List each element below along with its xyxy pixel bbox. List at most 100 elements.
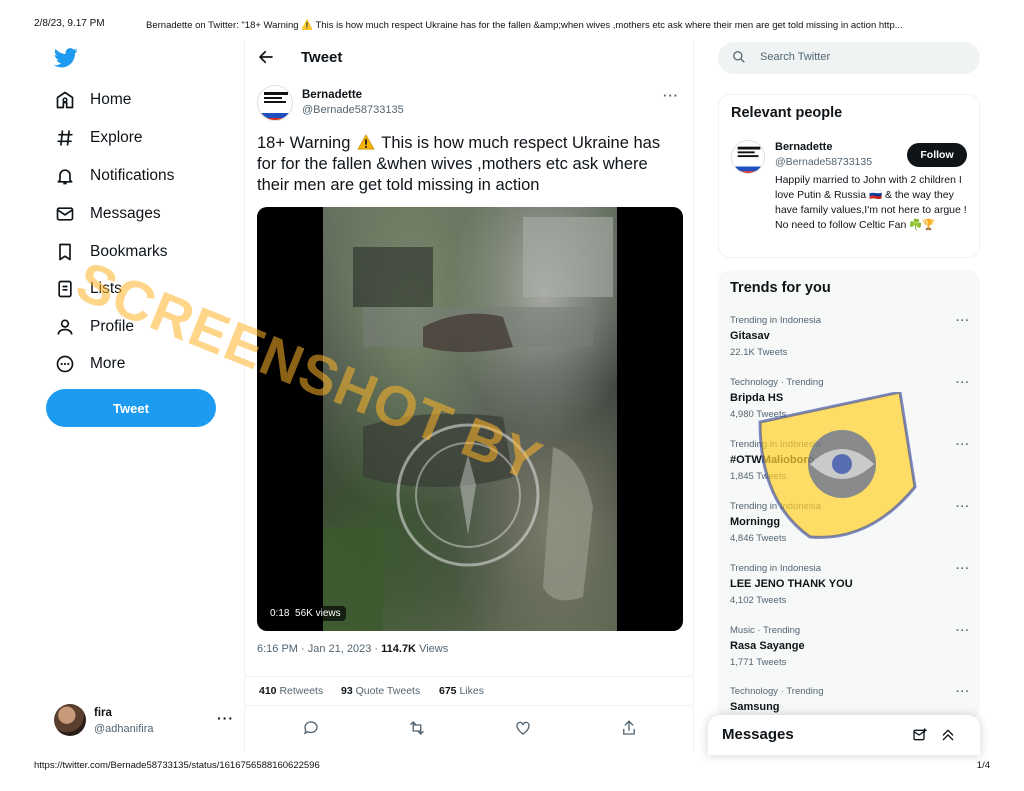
nav-explore-label: Explore [90, 129, 143, 146]
trend-more-icon[interactable]: ··· [956, 686, 970, 698]
bell-icon [54, 165, 76, 187]
page-title: Tweet [301, 49, 343, 66]
retweets-label: Retweets [276, 685, 324, 697]
avatar [54, 704, 86, 736]
print-page: 1/4 [976, 760, 990, 771]
trend-item[interactable]: Technology · Trending Bripda HS 4,980 Tw… [730, 377, 970, 427]
author-name[interactable]: Bernadette [302, 89, 362, 101]
nav-profile-label: Profile [90, 318, 134, 335]
trend-more-icon[interactable]: ··· [956, 563, 970, 575]
tweet-views-label: Views [416, 643, 449, 655]
nav-more[interactable]: More [54, 349, 125, 379]
nav-bookmarks[interactable]: Bookmarks [54, 237, 168, 267]
nav-home[interactable]: Home [54, 85, 131, 115]
likes-stat[interactable]: 675 Likes [439, 685, 484, 697]
trend-item[interactable]: Trending in Indonesia Gitasav 22.1K Twee… [730, 315, 970, 365]
trend-name: Bripda HS [730, 392, 784, 404]
back-arrow-icon[interactable] [257, 48, 275, 66]
retweet-icon[interactable] [408, 719, 426, 737]
trend-name: #OTWMalioboro [730, 454, 815, 466]
messages-drawer-title: Messages [722, 726, 794, 743]
follow-button[interactable]: Follow [907, 143, 967, 167]
trend-more-icon[interactable]: ··· [956, 439, 970, 451]
new-message-icon[interactable] [912, 727, 928, 743]
nav-more-label: More [90, 355, 126, 372]
trend-context: Music · Trending [730, 625, 801, 636]
print-url: https://twitter.com/Bernade58733135/stat… [34, 760, 320, 771]
trend-more-icon[interactable]: ··· [956, 377, 970, 389]
likes-count: 675 [439, 685, 457, 697]
tweet-time[interactable]: 6:16 PM · Jan 21, 2023 · [257, 643, 381, 655]
trend-item[interactable]: Trending in Indonesia LEE JENO THANK YOU… [730, 563, 970, 613]
relevant-people-card: Relevant people Bernadette @Bernade58733… [718, 94, 980, 258]
nav-messages[interactable]: Messages [54, 199, 161, 229]
quotes-count: 93 [341, 685, 353, 697]
search-placeholder: Search Twitter [760, 51, 831, 63]
nav-profile[interactable]: Profile [54, 312, 134, 342]
tweet-video[interactable]: 0:18 56K views [257, 207, 683, 631]
nav-lists[interactable]: Lists [54, 274, 122, 304]
list-icon [54, 278, 76, 300]
tweet-more-icon[interactable]: ··· [663, 88, 679, 103]
print-date: 2/8/23, 9.17 PM [34, 18, 105, 29]
trend-context: Trending in Indonesia [730, 563, 822, 574]
trend-context: Technology · Trending [730, 377, 824, 388]
quotes-stat[interactable]: 93 Quote Tweets [341, 685, 420, 697]
trend-more-icon[interactable]: ··· [956, 501, 970, 513]
hashtag-icon [54, 127, 76, 149]
account-switcher[interactable]: fira @adhanifira ··· [54, 704, 234, 738]
reply-icon[interactable] [302, 719, 320, 737]
trend-count: 4,102 Tweets [730, 595, 787, 606]
author-handle[interactable]: @Bernade58733135 [302, 104, 404, 116]
trend-count: 1,845 Tweets [730, 471, 787, 482]
share-icon[interactable] [620, 719, 638, 737]
trend-name: LEE JENO THANK YOU [730, 578, 853, 590]
tweet-timestamp: 6:16 PM · Jan 21, 2023 · 114.7K Views [257, 643, 448, 655]
trends-panel: Trends for you Trending in Indonesia Git… [718, 270, 980, 720]
nav-explore[interactable]: Explore [54, 123, 143, 153]
relevant-name[interactable]: Bernadette [775, 141, 832, 153]
tweet-stats: 410 Retweets 93 Quote Tweets 675 Likes [245, 676, 693, 706]
trend-more-icon[interactable]: ··· [956, 625, 970, 637]
trends-title: Trends for you [730, 280, 831, 296]
tweet-button[interactable]: Tweet [46, 389, 216, 427]
trend-count: 22.1K Tweets [730, 347, 788, 358]
tweet-column: Tweet Bernadette @Bernade58733135 ··· 18… [244, 40, 694, 752]
print-title: Bernadette on Twitter: "18+ Warning ⚠️ T… [146, 20, 903, 31]
trend-context: Trending in Indonesia [730, 315, 822, 326]
tweet-header: Tweet [245, 40, 693, 76]
tweet-text: 18+ Warning This is how much respect Ukr… [257, 133, 677, 196]
relevant-handle[interactable]: @Bernade58733135 [775, 156, 872, 168]
video-frame [323, 207, 617, 631]
author-avatar[interactable] [257, 85, 293, 121]
print-footer: https://twitter.com/Bernade58733135/stat… [34, 760, 990, 774]
nav-home-label: Home [90, 91, 132, 108]
relevant-avatar[interactable] [731, 140, 765, 174]
print-header: 2/8/23, 9.17 PM Bernadette on Twitter: "… [34, 18, 990, 34]
trend-more-icon[interactable]: ··· [956, 315, 970, 327]
video-duration: 0:18 [270, 608, 290, 619]
nav-notifications[interactable]: Notifications [54, 161, 174, 191]
trend-item[interactable]: Trending in Indonesia Morningg 4,846 Twe… [730, 501, 970, 551]
trend-name: Gitasav [730, 330, 770, 342]
trend-name: Morningg [730, 516, 781, 528]
twitter-logo-icon[interactable] [53, 48, 80, 70]
tweet-views-count: 114.7K [381, 643, 417, 655]
search-input[interactable]: Search Twitter [718, 42, 980, 74]
account-handle: @adhanifira [94, 723, 154, 735]
trend-item[interactable]: Music · Trending Rasa Sayange 1,771 Twee… [730, 625, 970, 675]
account-more-icon[interactable]: ··· [217, 710, 234, 726]
trend-context: Technology · Trending [730, 686, 824, 697]
messages-drawer[interactable]: Messages [708, 715, 980, 755]
home-icon [54, 89, 76, 111]
relevant-people-title: Relevant people [731, 105, 843, 121]
nav-lists-label: Lists [90, 280, 122, 297]
like-icon[interactable] [514, 719, 532, 737]
warning-icon [357, 134, 375, 150]
retweets-stat[interactable]: 410 Retweets [259, 685, 323, 697]
relevant-bio: Happily married to John with 2 children … [775, 174, 967, 231]
retweets-count: 410 [259, 685, 277, 697]
account-name: fira [94, 707, 112, 719]
trend-item[interactable]: Trending in Indonesia #OTWMalioboro 1,84… [730, 439, 970, 489]
chevron-up-icon[interactable] [940, 727, 956, 743]
